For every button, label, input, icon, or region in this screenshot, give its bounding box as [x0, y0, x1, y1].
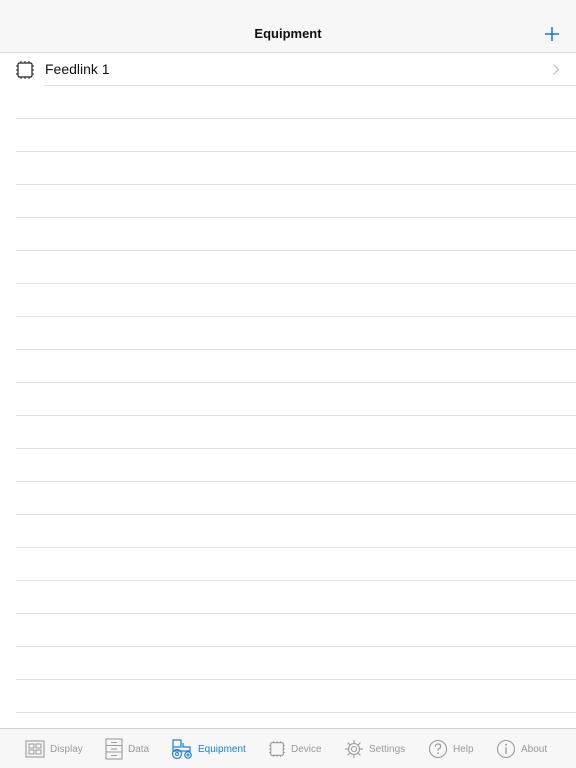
- chip-icon: [16, 61, 34, 79]
- help-icon: [428, 739, 448, 759]
- tab-device[interactable]: Device: [268, 737, 322, 761]
- empty-table-row: [0, 218, 576, 251]
- plus-icon: [545, 27, 559, 41]
- tab-display[interactable]: Display: [25, 737, 83, 761]
- empty-table-row: [0, 416, 576, 449]
- empty-table-row: [0, 350, 576, 383]
- list-item[interactable]: Feedlink 1: [0, 53, 576, 86]
- empty-table-row: [0, 581, 576, 614]
- empty-table-row: [0, 647, 576, 680]
- tab-bar: Display Data Equipment Device Settings H…: [0, 728, 576, 768]
- tab-about[interactable]: About: [496, 737, 547, 761]
- tab-settings[interactable]: Settings: [344, 737, 405, 761]
- equipment-list: Feedlink 1: [0, 53, 576, 729]
- empty-rows: [0, 86, 576, 713]
- chip-icon: [268, 740, 286, 758]
- tab-label: Device: [291, 743, 322, 755]
- tab-data[interactable]: Data: [105, 737, 149, 761]
- empty-table-row: [0, 515, 576, 548]
- empty-table-row: [0, 614, 576, 647]
- tab-label: Equipment: [198, 743, 246, 755]
- chevron-right-icon: [553, 64, 560, 75]
- tab-label: Display: [50, 743, 83, 755]
- tab-label: Settings: [369, 743, 406, 755]
- tab-label: Help: [453, 743, 474, 755]
- tab-equipment[interactable]: Equipment: [171, 737, 246, 761]
- list-item-label: Feedlink 1: [45, 61, 110, 77]
- empty-table-row: [0, 383, 576, 416]
- display-icon: [25, 740, 45, 758]
- empty-table-row: [0, 680, 576, 713]
- gear-icon: [345, 740, 363, 758]
- page-title: Equipment: [254, 26, 322, 41]
- empty-table-row: [0, 251, 576, 284]
- empty-table-row: [0, 185, 576, 218]
- add-equipment-button[interactable]: [542, 24, 562, 44]
- empty-table-row: [0, 284, 576, 317]
- empty-table-row: [0, 86, 576, 119]
- navigation-bar: Equipment: [0, 0, 576, 53]
- empty-table-row: [0, 548, 576, 581]
- tab-label: About: [521, 743, 548, 755]
- empty-table-row: [0, 119, 576, 152]
- empty-table-row: [0, 317, 576, 350]
- tractor-icon: [171, 739, 192, 760]
- empty-table-row: [0, 449, 576, 482]
- empty-table-row: [0, 152, 576, 185]
- tab-help[interactable]: Help: [428, 737, 474, 761]
- empty-table-row: [0, 482, 576, 515]
- info-icon: [496, 739, 516, 759]
- tab-label: Data: [128, 743, 150, 755]
- data-icon: [105, 738, 123, 760]
